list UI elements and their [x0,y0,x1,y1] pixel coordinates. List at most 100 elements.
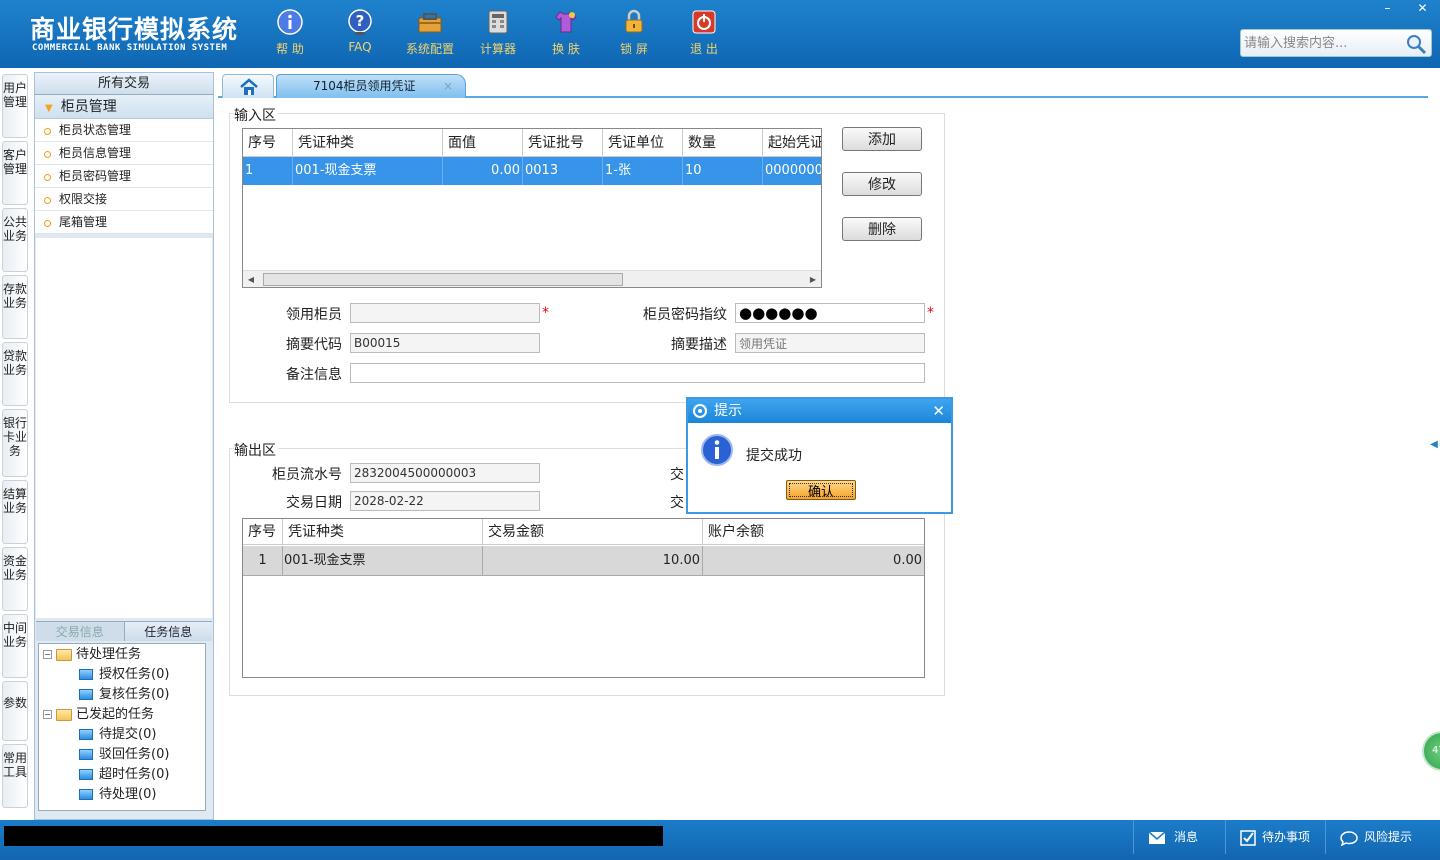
window-controls: – ✕ [1370,0,1440,18]
system-config-button[interactable]: 系统配置 [397,6,463,64]
task-panel-tabs: 交易信息 任务信息 [36,621,212,641]
checkbox-icon [1240,829,1256,846]
menu-item-teller-info[interactable]: 柜员信息管理 [35,142,213,165]
task-icon [79,729,93,740]
tree-label: 复核任务(0) [99,687,170,702]
tab-close-icon[interactable]: × [443,75,453,97]
side-toggle-icon[interactable]: ◀ [1428,425,1440,465]
tab-task-info[interactable]: 任务信息 [123,622,212,641]
power-icon [692,10,716,34]
vtab-deposit-business[interactable]: 存款业务 [2,275,28,339]
tab-transaction-info[interactable]: 交易信息 [36,622,124,641]
messages-button[interactable]: 消息 [1133,820,1225,854]
scroll-left-icon[interactable]: ◀ [245,273,257,286]
vtab-common-tools[interactable]: 常用工具 [2,744,28,808]
dialog-app-icon [693,404,707,418]
tab-home[interactable] [222,74,274,98]
vtab-fund-business[interactable]: 资金业务 [2,547,28,611]
messages-label: 消息 [1174,830,1199,844]
menu-header: 所有交易 [35,73,213,95]
vtab-card-business[interactable]: 银行卡业务 [2,409,28,477]
collapse-icon[interactable]: − [43,650,52,659]
out-cell-voucher-type[interactable]: 001-现金支票 [283,546,483,576]
risk-alert-button[interactable]: 风险提示 [1325,820,1440,854]
tree-node-auth[interactable]: 授权任务(0) [79,665,169,685]
menu-item-tail-box[interactable]: 尾箱管理 [35,211,213,234]
summary-desc-input[interactable] [735,333,925,353]
skin-button[interactable]: 换 肤 [533,6,599,64]
calculator-icon [488,10,508,34]
out-cell-balance[interactable]: 0.00 [703,546,924,576]
tree-label: 超时任务(0) [99,767,170,782]
vtab-intermediary-business[interactable]: 中间业务 [2,614,28,678]
logo-title: 商业银行模拟系统 [30,15,239,44]
password-fingerprint-field[interactable]: ●●●●●● [735,303,925,323]
grid-cell-start-voucher[interactable]: 000000000 [763,157,821,185]
todo-button[interactable]: 待办事项 [1225,820,1325,854]
scroll-right-icon[interactable]: ▶ [807,273,819,286]
menu-item-teller-password[interactable]: 柜员密码管理 [35,165,213,188]
minimize-button[interactable]: – [1370,0,1405,18]
window-close-button[interactable]: ✕ [1405,0,1440,18]
transaction-menu-panel: 所有交易 ▼ 柜员管理 柜员状态管理 柜员信息管理 柜员密码管理 权限交接 尾箱管… [34,72,214,820]
menu-item-teller-status[interactable]: 柜员状态管理 [35,119,213,142]
tree-node-to-submit[interactable]: 待提交(0) [79,725,156,745]
search-icon[interactable] [1405,33,1427,55]
serial-no-field[interactable] [350,463,540,483]
out-cell-seq[interactable]: 1 [243,546,283,576]
tree-label: 授权任务(0) [99,667,170,682]
floating-badge[interactable]: 47 [1422,731,1440,771]
vtab-customer-management[interactable]: 客户管理 [2,141,28,205]
vtab-loan-business[interactable]: 贷款业务 [2,342,28,406]
voucher-input-grid: 序号 凭证种类 面值 凭证批号 凭证单位 数量 起始凭证 1 001-现金支票 … [242,128,822,288]
help-button[interactable]: 帮 助 [257,6,323,64]
confirm-button[interactable]: 确认 [786,480,856,500]
vtab-public-business[interactable]: 公共业务 [2,208,28,272]
menu-item-permission-handover[interactable]: 权限交接 [35,188,213,211]
dialog-close-icon[interactable]: ✕ [932,399,945,423]
exit-button[interactable]: 退 出 [671,6,737,64]
tree-node-review[interactable]: 复核任务(0) [79,685,169,705]
grid-cell-seq[interactable]: 1 [243,157,293,185]
collapse-icon[interactable]: − [43,710,52,719]
search-input[interactable] [1244,34,1404,52]
teller-input[interactable] [350,303,540,323]
grid-cell-batch-no[interactable]: 0013 [523,157,603,185]
calculator-button[interactable]: 计算器 [465,6,531,64]
vtab-user-management[interactable]: 用户管理 [2,74,28,138]
obscured-label: 交 [670,495,684,511]
required-mark: * [927,305,934,321]
teller-label: 领用柜员 [286,307,342,323]
tab-teller-voucher-receive[interactable]: 7104柜员领用凭证 × [276,74,466,98]
task-icon [79,789,93,800]
trade-date-field[interactable] [350,491,540,511]
tree-node-rejected[interactable]: 驳回任务(0) [79,745,169,765]
delete-button[interactable]: 删除 [842,217,922,241]
tree-node-initiated[interactable]: − 已发起的任务 [43,705,154,725]
task-icon [79,749,93,760]
info-icon [701,434,733,466]
vtab-parameters[interactable]: 参数 [2,681,28,741]
tree-node-timeout[interactable]: 超时任务(0) [79,765,169,785]
summary-code-input[interactable] [350,333,540,353]
grid-cell-quantity[interactable]: 10 [683,157,763,185]
out-cell-amount[interactable]: 10.00 [483,546,703,576]
grid-cell-voucher-type[interactable]: 001-现金支票 [293,157,443,185]
lock-screen-button[interactable]: 锁 屏 [601,6,667,64]
remark-input[interactable] [350,363,925,383]
dialog-titlebar: 提示 ✕ [688,399,951,423]
horizontal-scrollbar[interactable]: ◀ ▶ [243,270,821,287]
tree-node-processing[interactable]: 待处理(0) [79,785,156,805]
menu-group-teller[interactable]: ▼ 柜员管理 [35,95,213,119]
vtab-settlement-business[interactable]: 结算业务 [2,480,28,544]
risk-alert-label: 风险提示 [1364,830,1413,844]
grid-header-unit: 凭证单位 [603,129,683,157]
add-button[interactable]: 添加 [842,127,922,151]
modify-button[interactable]: 修改 [842,172,922,196]
grid-cell-unit[interactable]: 1-张 [603,157,683,185]
grid-cell-face-value[interactable]: 0.00 [443,157,523,185]
faq-button[interactable]: ? FAQ [327,6,393,64]
summary-desc-label: 摘要描述 [671,337,727,353]
scrollbar-thumb[interactable] [263,273,623,286]
tree-node-pending[interactable]: − 待处理任务 [43,645,141,665]
